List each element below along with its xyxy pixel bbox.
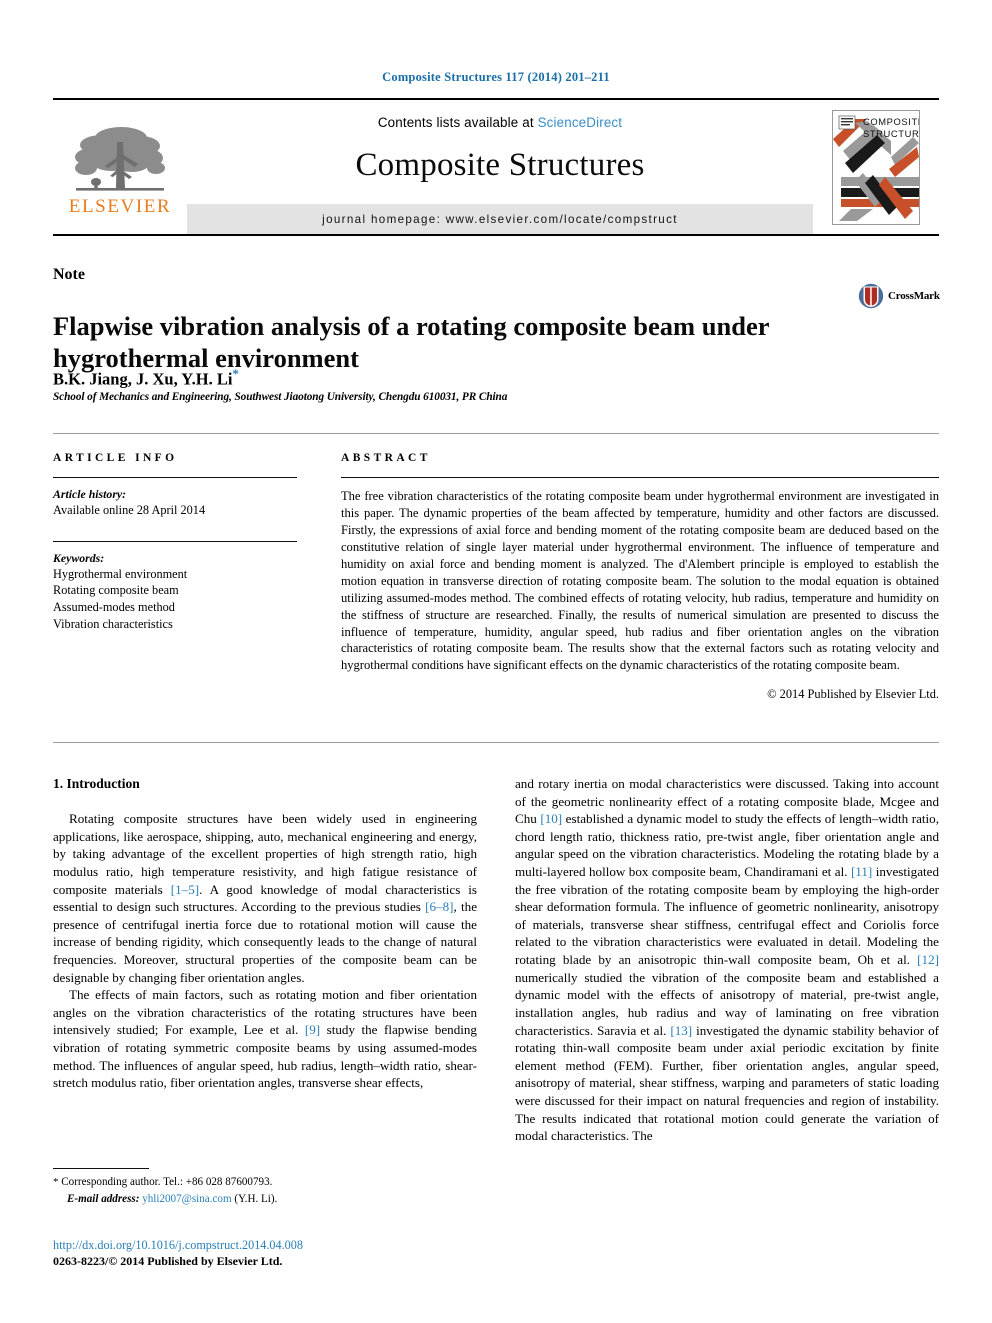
citation-link[interactable]: [1–5] xyxy=(171,882,199,897)
abstract-heading: ABSTRACT xyxy=(341,452,431,464)
abstract-rule xyxy=(341,477,939,478)
svg-text:STRUCTURES: STRUCTURES xyxy=(863,128,919,139)
citation-link[interactable]: [13] xyxy=(670,1023,692,1038)
corresponding-author-text: Corresponding author. Tel.: +86 028 8760… xyxy=(61,1176,273,1188)
journal-cover-thumbnail: COMPOSITE STRUCTURES xyxy=(832,109,920,225)
keywords-rule xyxy=(53,540,297,542)
article-info-rule xyxy=(53,477,297,478)
crossmark-icon xyxy=(858,283,884,309)
keyword-item: Rotating composite beam xyxy=(53,583,179,598)
author-affiliation: School of Mechanics and Engineering, Sou… xyxy=(53,391,508,403)
citation-link[interactable]: [9] xyxy=(305,1022,320,1037)
crossmark-badge[interactable]: CrossMark xyxy=(858,283,940,309)
email-note: E-mail address: yhli2007@sina.com (Y.H. … xyxy=(53,1191,477,1207)
article-history-value: Available online 28 April 2014 xyxy=(53,503,206,517)
abstract-column: ABSTRACT The free vibration characterist… xyxy=(341,452,939,702)
email-link[interactable]: yhli2007@sina.com xyxy=(142,1193,231,1205)
journal-masthead: ELSEVIER Contents lists available at Sci… xyxy=(53,98,939,236)
elsevier-logo: ELSEVIER xyxy=(53,100,187,234)
running-head: Composite Structures 117 (2014) 201–211 xyxy=(382,70,610,84)
footnote-star: * xyxy=(53,1176,59,1188)
body-column-right: and rotary inertia on modal characterist… xyxy=(515,775,939,1145)
body-paragraph: The effects of main factors, such as rot… xyxy=(53,987,477,1091)
abstract-text: The free vibration characteristics of th… xyxy=(341,489,939,673)
crossmark-label: CrossMark xyxy=(888,290,940,302)
masthead-center: Contents lists available at ScienceDirec… xyxy=(187,100,813,234)
contents-available-line: Contents lists available at ScienceDirec… xyxy=(378,115,622,130)
journal-cover-cell: COMPOSITE STRUCTURES xyxy=(813,100,939,234)
right-column-paragraphs: and rotary inertia on modal characterist… xyxy=(515,775,939,1145)
citation-link[interactable]: [6–8] xyxy=(425,899,453,914)
keywords-label: Keywords: xyxy=(53,550,105,565)
email-label: E-mail address: xyxy=(67,1192,140,1205)
journal-title: Composite Structures xyxy=(355,147,645,183)
article-info-heading: ARTICLE INFO xyxy=(53,452,178,464)
article-history-label: Article history: xyxy=(53,487,127,501)
footnote-rule xyxy=(53,1168,149,1169)
article-info-column: ARTICLE INFO Article history: Available … xyxy=(53,452,297,633)
footnote-block: * Corresponding author. Tel.: +86 028 87… xyxy=(53,1174,477,1207)
keyword-item: Hygrothermal environment xyxy=(53,566,188,581)
footer-doi-block: http://dx.doi.org/10.1016/j.compstruct.2… xyxy=(53,1237,303,1269)
left-column-paragraphs: Rotating composite structures have been … xyxy=(53,810,477,1092)
article-type-label: Note xyxy=(53,266,85,283)
sciencedirect-link[interactable]: ScienceDirect xyxy=(538,115,623,130)
info-abstract-bottom-rule xyxy=(53,742,939,743)
issn-copyright-line: 0263-8223/© 2014 Published by Elsevier L… xyxy=(53,1254,283,1269)
abstract-copyright: © 2014 Published by Elsevier Ltd. xyxy=(767,687,939,702)
citation-link[interactable]: [10] xyxy=(540,811,562,826)
citation-link[interactable]: [11] xyxy=(851,864,872,879)
svg-text:COMPOSITE: COMPOSITE xyxy=(863,116,919,127)
body-paragraph: Rotating composite structures have been … xyxy=(53,811,477,985)
author-names: B.K. Jiang, J. Xu, Y.H. Li xyxy=(53,369,233,389)
author-list: B.K. Jiang, J. Xu, Y.H. Li* xyxy=(53,366,239,390)
email-owner: (Y.H. Li). xyxy=(234,1192,278,1205)
doi-link[interactable]: http://dx.doi.org/10.1016/j.compstruct.2… xyxy=(53,1237,303,1253)
keyword-item: Vibration characteristics xyxy=(53,616,173,631)
elsevier-tree-icon xyxy=(75,127,165,191)
citation-link[interactable]: [12] xyxy=(917,952,939,967)
info-abstract-top-rule xyxy=(53,433,939,434)
cover-artwork-icon: COMPOSITE STRUCTURES xyxy=(833,110,919,224)
body-paragraph: and rotary inertia on modal characterist… xyxy=(515,776,940,1144)
contents-prefix: Contents lists available at xyxy=(377,115,538,130)
keyword-item: Assumed-modes method xyxy=(53,600,175,615)
corresponding-author-marker: * xyxy=(232,366,239,381)
section-heading-introduction: 1. Introduction xyxy=(53,776,140,791)
keywords-block: Keywords: Hygrothermal environment Rotat… xyxy=(53,551,297,633)
journal-homepage-bar: journal homepage: www.elsevier.com/locat… xyxy=(187,204,813,234)
corresponding-author-note: * Corresponding author. Tel.: +86 028 87… xyxy=(53,1174,477,1191)
journal-homepage-text[interactable]: journal homepage: www.elsevier.com/locat… xyxy=(322,213,678,226)
article-page: Composite Structures 117 (2014) 201–211 xyxy=(0,0,992,1323)
elsevier-wordmark: ELSEVIER xyxy=(68,196,172,217)
body-column-left: 1. Introduction Rotating composite struc… xyxy=(53,775,477,1092)
